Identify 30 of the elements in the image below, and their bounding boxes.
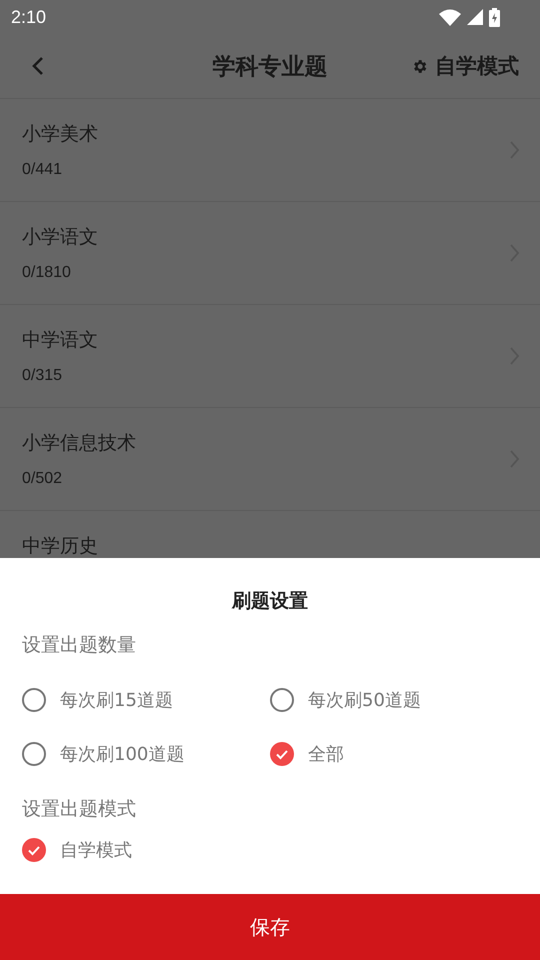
signal-icon — [467, 9, 483, 25]
subject-name: 小学语文 — [22, 225, 98, 250]
progress-count: 0/502 — [22, 470, 64, 488]
clock: 2:10 — [11, 6, 46, 28]
empty-circle-icon — [22, 688, 46, 712]
checkmark-circle-icon — [22, 838, 46, 862]
page-title: 学科专业题 — [212, 54, 328, 80]
radio-option[interactable]: 每次刷50道题 — [270, 688, 421, 712]
empty-circle-icon — [270, 688, 294, 712]
subject-name: 中学历史 — [22, 534, 98, 559]
radio-option[interactable]: 全部 — [270, 742, 344, 766]
self-study-mode-button[interactable]: 自学模式 — [411, 52, 519, 80]
checkmark-circle-icon — [270, 742, 294, 766]
sheet-title: 刷题设置 — [230, 589, 309, 614]
subject-name: 小学美术 — [22, 122, 98, 147]
progress-count: 0/1810 — [22, 264, 72, 282]
wifi-icon — [439, 8, 461, 26]
save-button[interactable]: 保存 — [0, 894, 540, 960]
section-label: 设置出题数量 — [22, 633, 137, 658]
subject-name: 中学语文 — [22, 328, 98, 353]
settings-icon — [411, 58, 428, 74]
progress-count: 0/441 — [22, 161, 64, 179]
empty-circle-icon — [22, 742, 46, 766]
section-label: 设置出题模式 — [22, 797, 137, 822]
radio-option[interactable]: 每次刷15道题 — [22, 688, 173, 712]
checkbox-option[interactable]: 自学模式 — [22, 838, 132, 862]
battery-icon — [489, 8, 500, 26]
progress-count: 0/315 — [22, 367, 64, 385]
subject-name: 小学信息技术 — [22, 431, 136, 456]
radio-option[interactable]: 每次刷100道题 — [22, 742, 184, 766]
